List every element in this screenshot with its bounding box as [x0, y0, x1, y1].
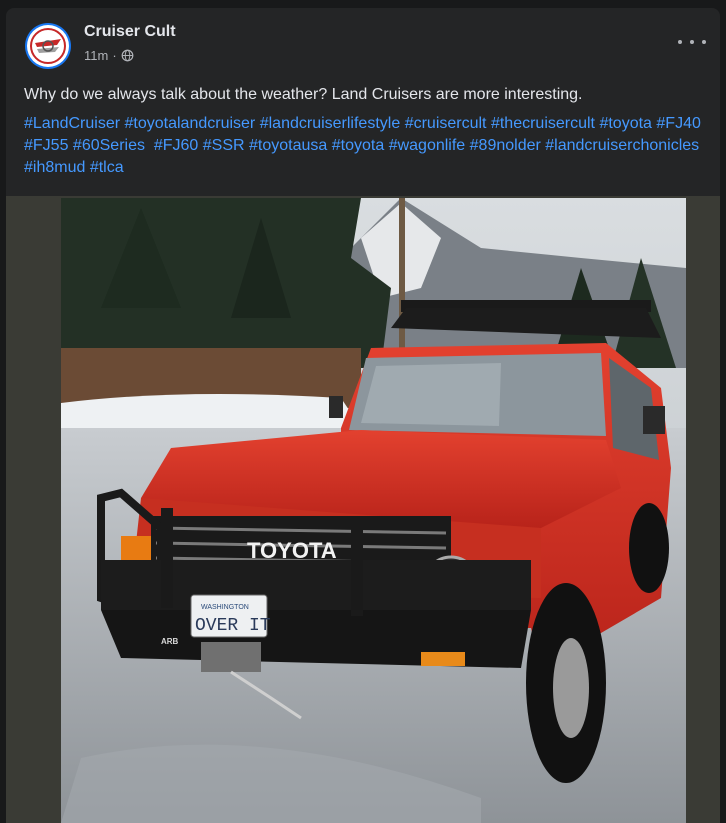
hashtag-link[interactable]: #tlca: [90, 159, 124, 176]
hashtag-link[interactable]: #FJ60: [154, 137, 198, 154]
ellipsis-icon: [678, 40, 682, 44]
hashtag-link[interactable]: #SSR: [203, 137, 245, 154]
hashtag-list: #LandCruiser #toyotalandcruiser #landcru…: [24, 113, 718, 179]
plate-text: OVER IT: [195, 616, 271, 636]
hashtag-link[interactable]: #landcruiserlifestyle: [260, 115, 401, 132]
page-name[interactable]: Cruiser Cult: [84, 23, 176, 41]
land-cruiser-photo: TOYOTA WASHINGTON OVER IT ARB: [61, 198, 686, 823]
cruiser-cult-logo: [27, 25, 69, 67]
page-avatar[interactable]: [25, 23, 71, 69]
hashtag-link[interactable]: #60Series: [73, 137, 145, 154]
hashtag-link[interactable]: #89nolder: [470, 137, 541, 154]
post-timestamp[interactable]: 11m: [84, 48, 108, 63]
hashtag-link[interactable]: #FJ40: [656, 115, 700, 132]
hashtag-link[interactable]: #landcruiserchonicles: [545, 137, 699, 154]
hashtag-link[interactable]: #cruisercult: [405, 115, 487, 132]
post-card: Cruiser Cult 11m · Why do we always talk…: [6, 8, 720, 823]
hashtag-link[interactable]: #wagonlife: [389, 137, 466, 154]
bumper-badge: ARB: [161, 637, 179, 646]
post-caption: Why do we always talk about the weather?…: [24, 86, 583, 103]
post-meta: 11m ·: [84, 48, 134, 63]
more-options-button[interactable]: [678, 32, 706, 52]
post-photo[interactable]: TOYOTA WASHINGTON OVER IT ARB: [61, 198, 686, 823]
hashtag-link[interactable]: #toyotalandcruiser: [125, 115, 256, 132]
post-photo-container: TOYOTA WASHINGTON OVER IT ARB: [6, 196, 720, 823]
plate-state: WASHINGTON: [201, 604, 249, 611]
hashtag-link[interactable]: #thecruisercult: [491, 115, 595, 132]
post-header: Cruiser Cult 11m ·: [6, 8, 720, 78]
hashtag-link[interactable]: #toyota: [599, 115, 651, 132]
hashtag-link[interactable]: #toyotausa: [249, 137, 327, 154]
hashtag-link[interactable]: #ih8mud: [24, 159, 85, 176]
globe-icon[interactable]: [121, 49, 134, 62]
grille-badge-text: TOYOTA: [247, 538, 337, 563]
hashtag-link[interactable]: #toyota: [332, 137, 384, 154]
hashtag-link[interactable]: #LandCruiser: [24, 115, 120, 132]
hashtag-link[interactable]: #FJ55: [24, 137, 68, 154]
meta-separator: ·: [112, 48, 117, 63]
